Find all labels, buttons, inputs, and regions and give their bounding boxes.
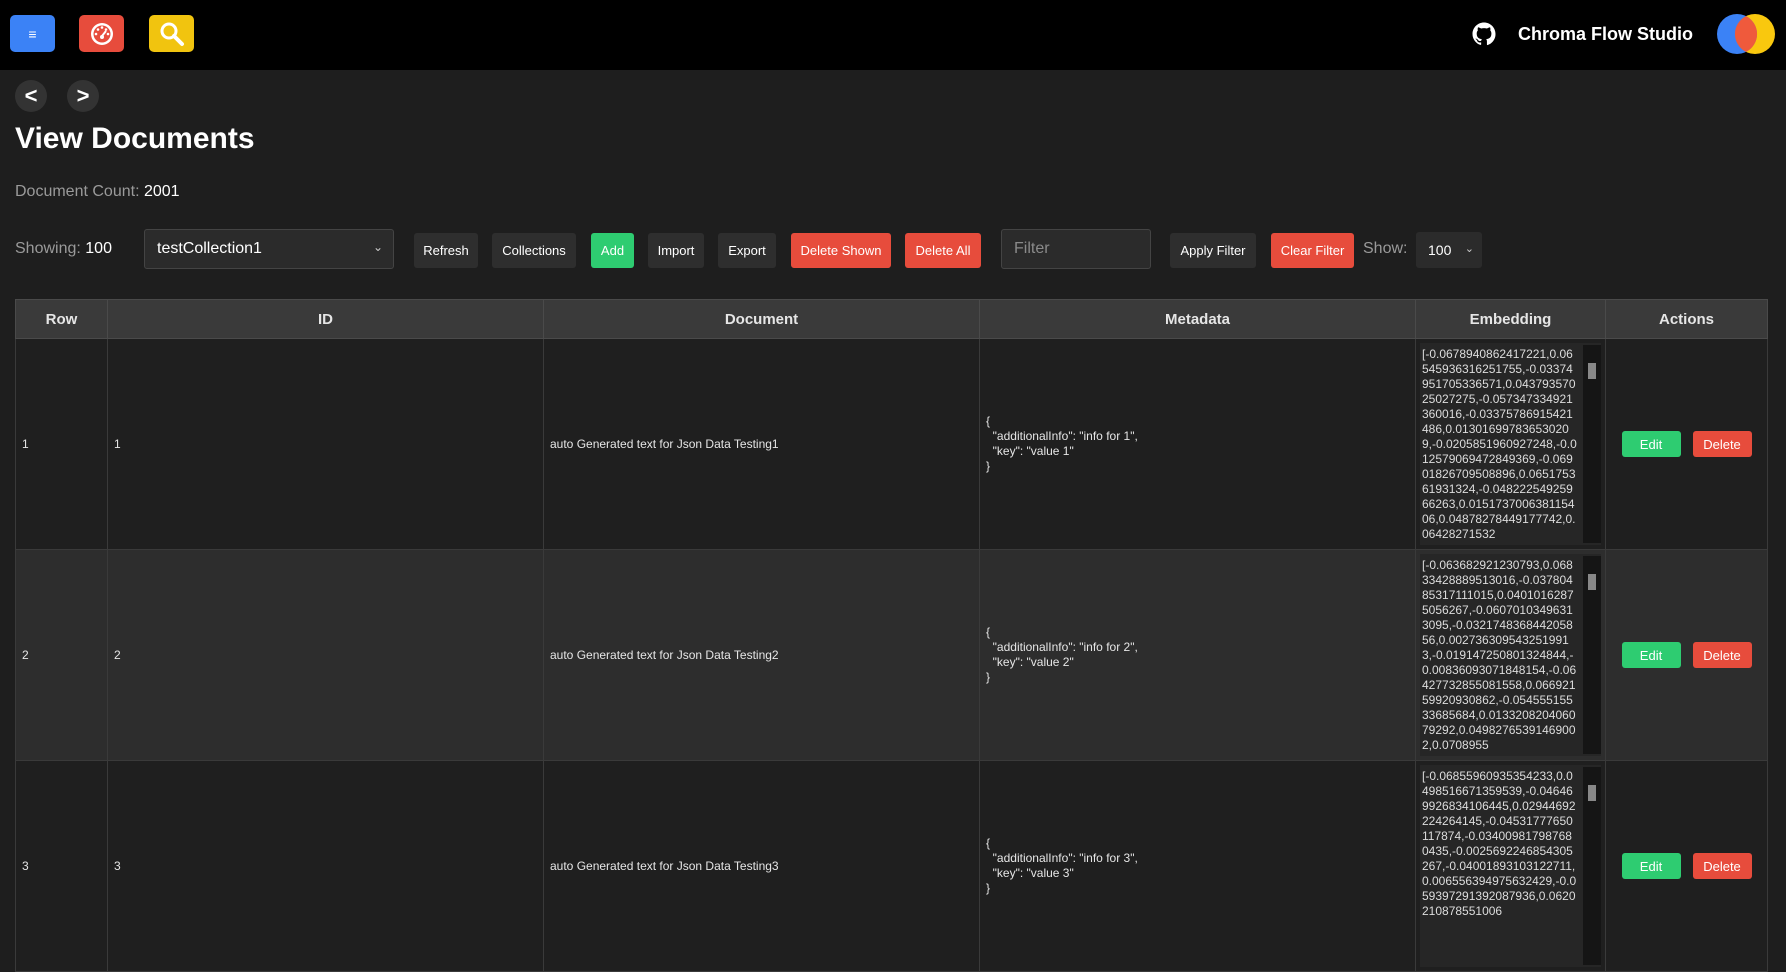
delete-button[interactable]: Delete bbox=[1692, 853, 1752, 879]
metadata-json: { "additionalInfo": "info for 3", "key":… bbox=[979, 760, 1416, 972]
delete-shown-button[interactable]: Delete Shown bbox=[791, 233, 891, 268]
document-id: 3 bbox=[107, 760, 544, 972]
scrollbar[interactable] bbox=[1583, 556, 1601, 754]
add-button[interactable]: Add bbox=[591, 233, 634, 268]
row-number: 3 bbox=[15, 760, 108, 972]
embedding-scroll-box[interactable]: [-0.0678940862417221,0.06545936316251755… bbox=[1420, 343, 1601, 545]
clear-filter-button[interactable]: Clear Filter bbox=[1271, 233, 1354, 268]
scrollbar-thumb[interactable] bbox=[1588, 785, 1596, 801]
edit-button[interactable]: Edit bbox=[1621, 853, 1681, 879]
page-size-value: 100 bbox=[1428, 242, 1452, 258]
scrollbar[interactable] bbox=[1583, 345, 1601, 543]
show-label: Show: bbox=[1363, 240, 1408, 257]
table-header-row: Row ID Document Metadata Embedding Actio… bbox=[15, 299, 1768, 339]
back-button[interactable]: < bbox=[15, 80, 47, 112]
document-text: auto Generated text for Json Data Testin… bbox=[543, 338, 980, 550]
collection-select[interactable]: testCollection1 ⌄ bbox=[144, 229, 394, 269]
apply-filter-button[interactable]: Apply Filter bbox=[1170, 233, 1256, 268]
document-text: auto Generated text for Json Data Testin… bbox=[543, 549, 980, 761]
actions-cell: Edit Delete bbox=[1605, 760, 1768, 972]
speedometer-icon bbox=[90, 22, 113, 45]
actions-cell: Edit Delete bbox=[1605, 549, 1768, 761]
document-id: 1 bbox=[107, 338, 544, 550]
metadata-json: { "additionalInfo": "info for 1", "key":… bbox=[979, 338, 1416, 550]
delete-button[interactable]: Delete bbox=[1692, 642, 1752, 668]
filter-input[interactable]: Filter bbox=[1001, 229, 1151, 269]
row-number: 2 bbox=[15, 549, 108, 761]
top-bar: ≡ Chroma Flow Studio bbox=[0, 0, 1786, 70]
refresh-button[interactable]: Refresh bbox=[414, 233, 478, 268]
page-title: View Documents bbox=[15, 122, 255, 155]
header-id: ID bbox=[107, 299, 544, 339]
metadata-json: { "additionalInfo": "info for 2", "key":… bbox=[979, 549, 1416, 761]
edit-button[interactable]: Edit bbox=[1621, 431, 1681, 457]
showing-label: Showing: bbox=[15, 240, 81, 257]
documents-table: Row ID Document Metadata Embedding Actio… bbox=[15, 299, 1768, 972]
search-button[interactable] bbox=[149, 15, 194, 52]
header-document: Document bbox=[543, 299, 980, 339]
embedding-values: [-0.0678940862417221,0.06545936316251755… bbox=[1422, 347, 1577, 541]
forward-button[interactable]: > bbox=[67, 80, 99, 112]
export-button[interactable]: Export bbox=[718, 233, 776, 268]
menu-button[interactable]: ≡ bbox=[10, 15, 55, 52]
embedding-values: [-0.06855960935354233,0.0498516671359539… bbox=[1422, 769, 1577, 918]
github-icon[interactable] bbox=[1472, 22, 1496, 46]
scrollbar-thumb[interactable] bbox=[1588, 574, 1596, 590]
document-id: 2 bbox=[107, 549, 544, 761]
scrollbar-thumb[interactable] bbox=[1588, 363, 1596, 379]
import-button[interactable]: Import bbox=[648, 233, 704, 268]
embedding-cell: [-0.06855960935354233,0.0498516671359539… bbox=[1415, 760, 1606, 972]
actions-cell: Edit Delete bbox=[1605, 338, 1768, 550]
document-text: auto Generated text for Json Data Testin… bbox=[543, 760, 980, 972]
edit-button[interactable]: Edit bbox=[1621, 642, 1681, 668]
delete-button[interactable]: Delete bbox=[1692, 431, 1752, 457]
header-metadata: Metadata bbox=[979, 299, 1416, 339]
scrollbar[interactable] bbox=[1583, 767, 1601, 965]
embedding-values: [-0.063682921230793,0.06833428889513016,… bbox=[1422, 558, 1577, 752]
search-icon bbox=[160, 22, 184, 46]
document-count-value: 2001 bbox=[143, 183, 180, 200]
header-embedding: Embedding bbox=[1415, 299, 1606, 339]
table-row: 1 1 auto Generated text for Json Data Te… bbox=[15, 338, 1768, 550]
embedding-scroll-box[interactable]: [-0.06855960935354233,0.0498516671359539… bbox=[1420, 765, 1601, 967]
dashboard-button[interactable] bbox=[79, 15, 124, 52]
document-count-label: Document Count: bbox=[15, 183, 140, 200]
menu-icon: ≡ bbox=[28, 25, 37, 42]
embedding-scroll-box[interactable]: [-0.063682921230793,0.06833428889513016,… bbox=[1420, 554, 1601, 756]
showing-count: Showing: 100 bbox=[15, 240, 112, 258]
header-actions: Actions bbox=[1605, 299, 1768, 339]
app-logo bbox=[1717, 14, 1775, 54]
chevron-down-icon: ⌄ bbox=[372, 240, 383, 254]
row-number: 1 bbox=[15, 338, 108, 550]
embedding-cell: [-0.0678940862417221,0.06545936316251755… bbox=[1415, 338, 1606, 550]
collection-select-value: testCollection1 bbox=[157, 240, 262, 257]
table-row: 3 3 auto Generated text for Json Data Te… bbox=[15, 760, 1768, 972]
delete-all-button[interactable]: Delete All bbox=[905, 233, 981, 268]
brand-name: Chroma Flow Studio bbox=[1518, 24, 1693, 44]
table-row: 2 2 auto Generated text for Json Data Te… bbox=[15, 549, 1768, 761]
header-row: Row bbox=[15, 299, 108, 339]
page-size-select[interactable]: 100 ⌄ bbox=[1416, 232, 1482, 268]
chevron-down-icon: ⌄ bbox=[1464, 243, 1474, 255]
showing-value: 100 bbox=[85, 240, 112, 257]
document-count: Document Count: 2001 bbox=[15, 183, 180, 201]
embedding-cell: [-0.063682921230793,0.06833428889513016,… bbox=[1415, 549, 1606, 761]
toolbar: Showing: 100 testCollection1 ⌄ Refresh C… bbox=[0, 229, 1786, 271]
collections-button[interactable]: Collections bbox=[492, 233, 576, 268]
